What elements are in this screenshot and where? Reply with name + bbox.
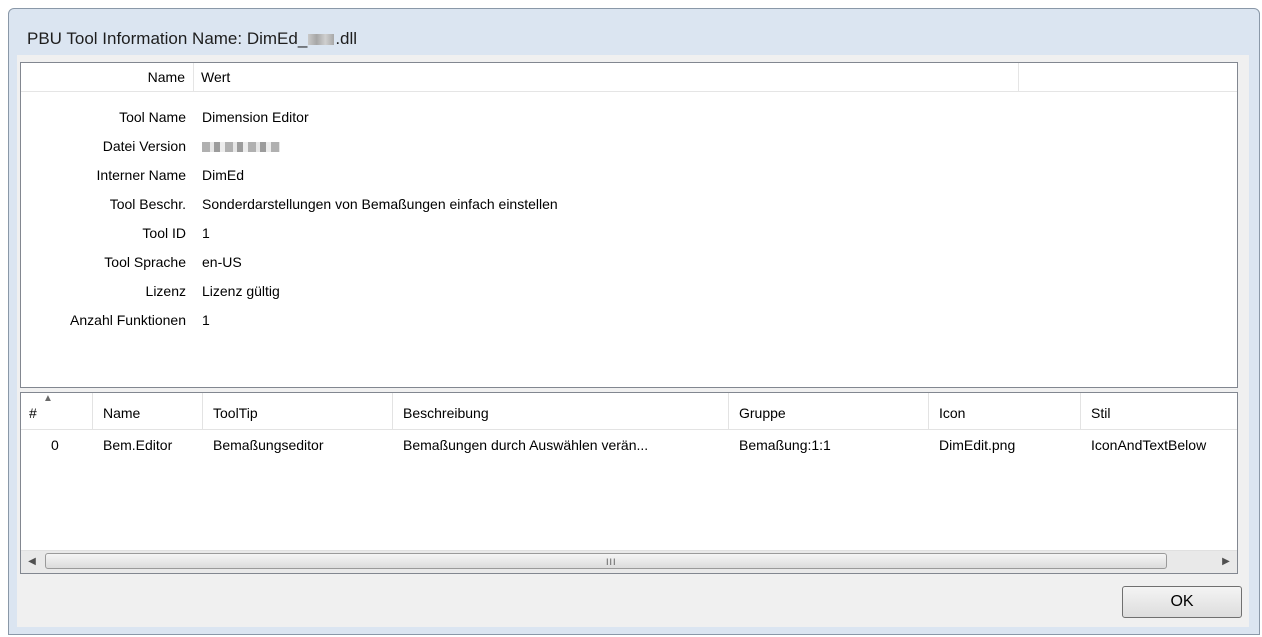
property-key: Tool Name bbox=[119, 109, 186, 125]
column-header-beschreibung[interactable]: Beschreibung bbox=[393, 393, 729, 429]
scrollbar-thumb[interactable]: III bbox=[45, 553, 1167, 569]
title-bar[interactable]: PBU Tool Information Name: DimEd_ .dll bbox=[9, 9, 1259, 59]
scroll-left-icon[interactable]: ◀ bbox=[21, 551, 43, 573]
property-row-anzahl-funktionen[interactable]: Anzahl Funktionen 1 bbox=[21, 306, 1237, 334]
property-row-datei-version[interactable]: Datei Version bbox=[21, 132, 1237, 160]
column-header-label: # bbox=[29, 405, 37, 421]
redacted-version bbox=[202, 142, 280, 153]
property-row-tool-id[interactable]: Tool ID 1 bbox=[21, 219, 1237, 247]
cell-beschreibung: Bemaßungen durch Auswählen verän... bbox=[403, 437, 649, 453]
sort-ascending-icon: ▲ bbox=[43, 393, 53, 404]
column-header-name[interactable]: Name bbox=[93, 393, 203, 429]
cell-stil: IconAndTextBelow bbox=[1091, 437, 1207, 453]
property-key: Interner Name bbox=[96, 167, 186, 183]
tool-properties-list[interactable]: Name Wert Tool Name Dimension Editor Dat… bbox=[20, 62, 1238, 388]
property-value: Sonderdarstellungen von Bemaßungen einfa… bbox=[202, 196, 558, 212]
ok-button[interactable]: OK bbox=[1122, 586, 1242, 618]
column-header-wert[interactable]: Wert bbox=[194, 63, 1019, 91]
property-row-tool-sprache[interactable]: Tool Sprache en-US bbox=[21, 248, 1237, 276]
scroll-right-icon[interactable]: ▶ bbox=[1215, 551, 1237, 573]
window-title: PBU Tool Information Name: DimEd_ .dll bbox=[27, 29, 358, 48]
property-value-redacted bbox=[202, 132, 280, 160]
property-value: 1 bbox=[202, 312, 210, 328]
property-key: Tool ID bbox=[142, 225, 186, 241]
property-value: en-US bbox=[202, 254, 242, 270]
column-header-name[interactable]: Name bbox=[21, 63, 194, 91]
property-value: Lizenz gültig bbox=[202, 283, 280, 299]
cell-index: 0 bbox=[51, 437, 59, 453]
function-row[interactable]: 0 Bem.Editor Bemaßungseditor Bemaßungen … bbox=[21, 431, 1237, 459]
property-key: Tool Beschr. bbox=[109, 196, 186, 212]
property-value: DimEd bbox=[202, 167, 245, 183]
column-header-gruppe[interactable]: Gruppe bbox=[729, 393, 929, 429]
property-row-lizenz[interactable]: Lizenz Lizenz gültig bbox=[21, 277, 1237, 305]
cell-tooltip: Bemaßungseditor bbox=[213, 437, 324, 453]
cell-name: Bem.Editor bbox=[103, 437, 173, 453]
column-header-icon[interactable]: Icon bbox=[929, 393, 1081, 429]
property-key: Lizenz bbox=[145, 283, 186, 299]
property-row-interner-name[interactable]: Interner Name DimEd bbox=[21, 161, 1237, 189]
properties-header: Name Wert bbox=[21, 63, 1237, 92]
property-value: Dimension Editor bbox=[202, 109, 309, 125]
property-row-tool-name[interactable]: Tool Name Dimension Editor bbox=[21, 103, 1237, 131]
redacted-title-part bbox=[308, 34, 335, 46]
cell-gruppe: Bemaßung:1:1 bbox=[739, 437, 831, 453]
functions-list[interactable]: ▲ # Name ToolTip Beschreibung Gruppe Ico… bbox=[20, 392, 1238, 574]
scrollbar-grip: III bbox=[606, 557, 617, 567]
horizontal-scrollbar[interactable]: ◀ III ▶ bbox=[21, 550, 1237, 573]
column-header-empty[interactable] bbox=[1019, 63, 1237, 91]
property-key: Anzahl Funktionen bbox=[70, 312, 186, 328]
property-key: Tool Sprache bbox=[104, 254, 186, 270]
column-header-tooltip[interactable]: ToolTip bbox=[203, 393, 393, 429]
property-value: 1 bbox=[202, 225, 210, 241]
property-row-tool-beschr[interactable]: Tool Beschr. Sonderdarstellungen von Bem… bbox=[21, 190, 1237, 218]
column-header-stil[interactable]: Stil bbox=[1081, 393, 1237, 429]
cell-icon: DimEdit.png bbox=[939, 437, 1016, 453]
functions-header: ▲ # Name ToolTip Beschreibung Gruppe Ico… bbox=[21, 393, 1237, 430]
column-header-index[interactable]: ▲ # bbox=[21, 393, 93, 429]
property-key: Datei Version bbox=[102, 138, 186, 154]
